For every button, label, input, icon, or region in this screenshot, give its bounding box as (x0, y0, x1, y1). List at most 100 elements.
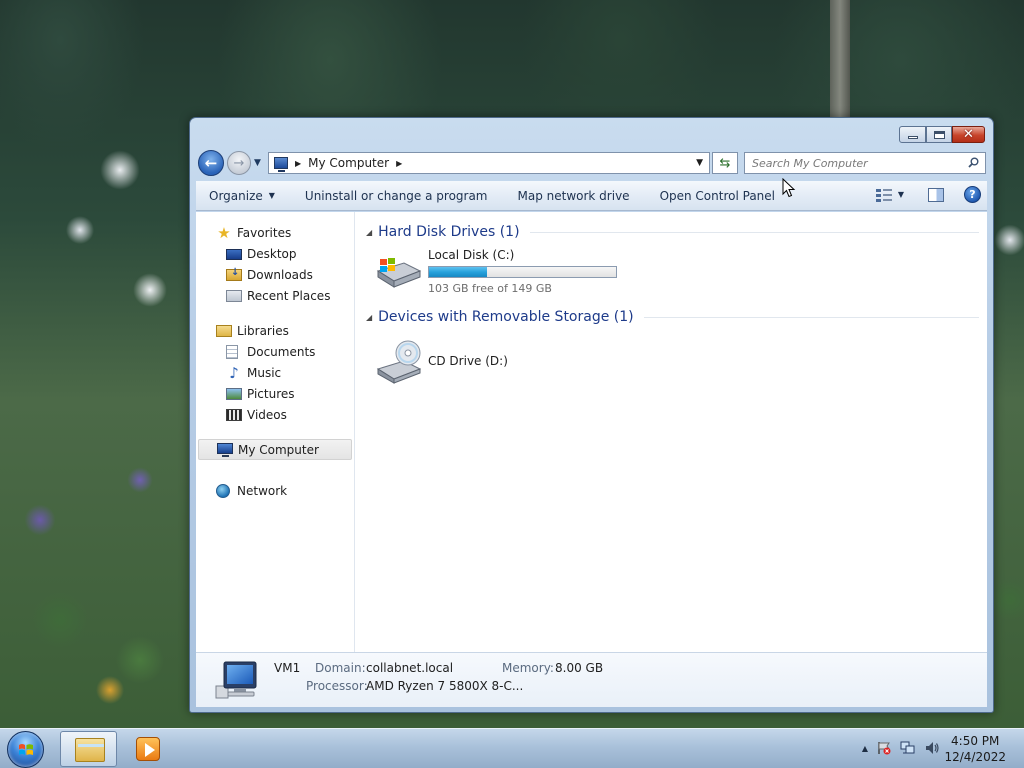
forward-button[interactable]: → (227, 151, 251, 175)
computer-icon (274, 157, 288, 172)
file-list-pane: ◢ Hard Disk Drives (1) Local Disk (C:) 1… (356, 212, 987, 652)
uninstall-program-button[interactable]: Uninstall or change a program (290, 181, 503, 211)
explorer-window: ✕ ← → ▼ ▶ My Computer ▶ ▼ ⇆ Organize ▼ Un… (189, 117, 994, 713)
command-bar: Organize ▼ Uninstall or change a program … (196, 181, 987, 211)
nav-libraries[interactable]: Libraries (196, 320, 354, 341)
nav-videos-label: Videos (247, 407, 287, 422)
nav-pictures-label: Pictures (247, 386, 295, 401)
clock-time: 4:50 PM (951, 734, 1000, 748)
close-button[interactable]: ✕ (952, 126, 985, 143)
nav-recent-places[interactable]: Recent Places (196, 285, 354, 306)
minimize-button[interactable] (899, 126, 926, 143)
organize-button[interactable]: Organize ▼ (196, 181, 290, 211)
nav-desktop-label: Desktop (247, 246, 297, 261)
processor-label: Processor: (306, 679, 368, 693)
breadcrumb-separator-icon[interactable]: ▶ (396, 159, 402, 168)
collapse-triangle-icon[interactable]: ◢ (366, 313, 372, 322)
collapse-triangle-icon[interactable]: ◢ (366, 228, 372, 237)
caption-buttons: ✕ (899, 126, 985, 143)
nav-downloads[interactable]: Downloads (196, 264, 354, 285)
domain-label: Domain: (315, 661, 366, 675)
music-icon: ♪ (229, 363, 239, 382)
system-clock[interactable]: 4:50 PM 12/4/2022 (944, 733, 1006, 765)
windows-logo-icon (19, 744, 33, 755)
back-arrow-icon: ← (204, 154, 218, 172)
tree-trunk (830, 0, 850, 120)
downloads-icon (226, 267, 242, 281)
network-group: Network (196, 480, 354, 501)
breadcrumb-separator-icon[interactable]: ▶ (295, 159, 301, 168)
back-button[interactable]: ← (198, 150, 224, 176)
disk-usage-bar (428, 266, 617, 278)
desktop-icon (226, 248, 242, 260)
taskbar-media-player[interactable] (120, 731, 177, 767)
drive-info: Local Disk (C:) 103 GB free of 149 GB (428, 247, 617, 295)
refresh-button[interactable]: ⇆ (712, 152, 738, 174)
drive-free-space: 103 GB free of 149 GB (428, 282, 552, 295)
open-control-panel-button[interactable]: Open Control Panel (645, 181, 790, 211)
mouse-cursor-icon (782, 178, 796, 198)
nav-pictures[interactable]: Pictures (196, 383, 354, 404)
nav-music[interactable]: ♪ Music (196, 362, 354, 383)
drive-info: CD Drive (D:) (428, 339, 508, 368)
nav-videos[interactable]: Videos (196, 404, 354, 425)
processor-value: AMD Ryzen 7 5800X 8-C... (366, 679, 524, 693)
taskbar-windows-explorer[interactable] (60, 731, 117, 767)
breadcrumb-my-computer[interactable]: My Computer (308, 156, 389, 170)
group-header-removable-storage[interactable]: ◢ Devices with Removable Storage (1) (366, 307, 987, 327)
action-center-flag-icon[interactable] (876, 741, 892, 755)
details-pane: VM1 Domain: collabnet.local Memory: 8.00… (196, 652, 987, 707)
view-controls: ▼ ? (875, 186, 981, 203)
memory-value: 8.00 GB (555, 661, 604, 675)
drive-name: CD Drive (D:) (428, 354, 508, 368)
help-icon[interactable]: ? (964, 186, 981, 203)
refresh-icon: ⇆ (719, 155, 731, 171)
change-view-icon[interactable] (875, 188, 892, 202)
volume-icon[interactable] (924, 741, 940, 755)
view-options-chevron-icon[interactable]: ▼ (898, 190, 904, 199)
network-icon (216, 483, 230, 498)
computer-icon (217, 443, 233, 457)
forward-arrow-icon: → (233, 155, 245, 171)
nav-documents[interactable]: Documents (196, 341, 354, 362)
search-input[interactable] (745, 153, 955, 173)
client-area: ★ Favorites Desktop Downloads Recent Pla… (196, 212, 987, 652)
group-divider (643, 316, 979, 318)
media-player-icon (136, 737, 160, 761)
recent-pages-dropdown[interactable]: ▼ (254, 158, 261, 168)
close-icon: ✕ (963, 127, 974, 142)
nav-desktop[interactable]: Desktop (196, 243, 354, 264)
nav-libraries-label: Libraries (237, 323, 289, 338)
disk-usage-fill (429, 267, 487, 277)
group-divider (529, 231, 979, 233)
start-button[interactable] (7, 731, 44, 768)
map-network-drive-button[interactable]: Map network drive (503, 181, 645, 211)
drive-name: Local Disk (C:) (428, 248, 515, 262)
group-header-hard-disk-drives[interactable]: ◢ Hard Disk Drives (1) (366, 222, 987, 242)
maximize-icon (933, 130, 945, 139)
nav-network-label: Network (237, 483, 288, 498)
nav-recent-places-label: Recent Places (247, 288, 331, 303)
nav-favorites-label: Favorites (237, 225, 292, 240)
pictures-icon (226, 387, 242, 400)
nav-network[interactable]: Network (196, 480, 354, 501)
nav-my-computer[interactable]: My Computer (198, 439, 352, 460)
address-dropdown-icon[interactable]: ▼ (696, 158, 703, 168)
folder-icon (75, 738, 105, 762)
show-hidden-icons-icon[interactable]: ▲ (862, 744, 868, 753)
search-icon[interactable] (968, 157, 979, 168)
domain-value: collabnet.local (366, 661, 454, 675)
drive-cd-d[interactable]: CD Drive (D:) (374, 339, 987, 393)
chevron-down-icon: ▼ (268, 191, 275, 200)
nav-music-label: Music (247, 365, 282, 380)
preview-pane-icon[interactable] (928, 187, 944, 202)
search-box (744, 152, 986, 174)
navigation-pane: ★ Favorites Desktop Downloads Recent Pla… (196, 212, 355, 652)
maximize-button[interactable] (926, 126, 952, 143)
computer-group: My Computer (196, 439, 354, 460)
memory-label: Memory: (502, 661, 554, 675)
network-status-icon[interactable] (900, 741, 916, 755)
address-bar[interactable]: ▶ My Computer ▶ ▼ (268, 152, 710, 174)
nav-favorites[interactable]: ★ Favorites (196, 222, 354, 243)
drive-local-disk-c[interactable]: Local Disk (C:) 103 GB free of 149 GB (374, 247, 987, 301)
